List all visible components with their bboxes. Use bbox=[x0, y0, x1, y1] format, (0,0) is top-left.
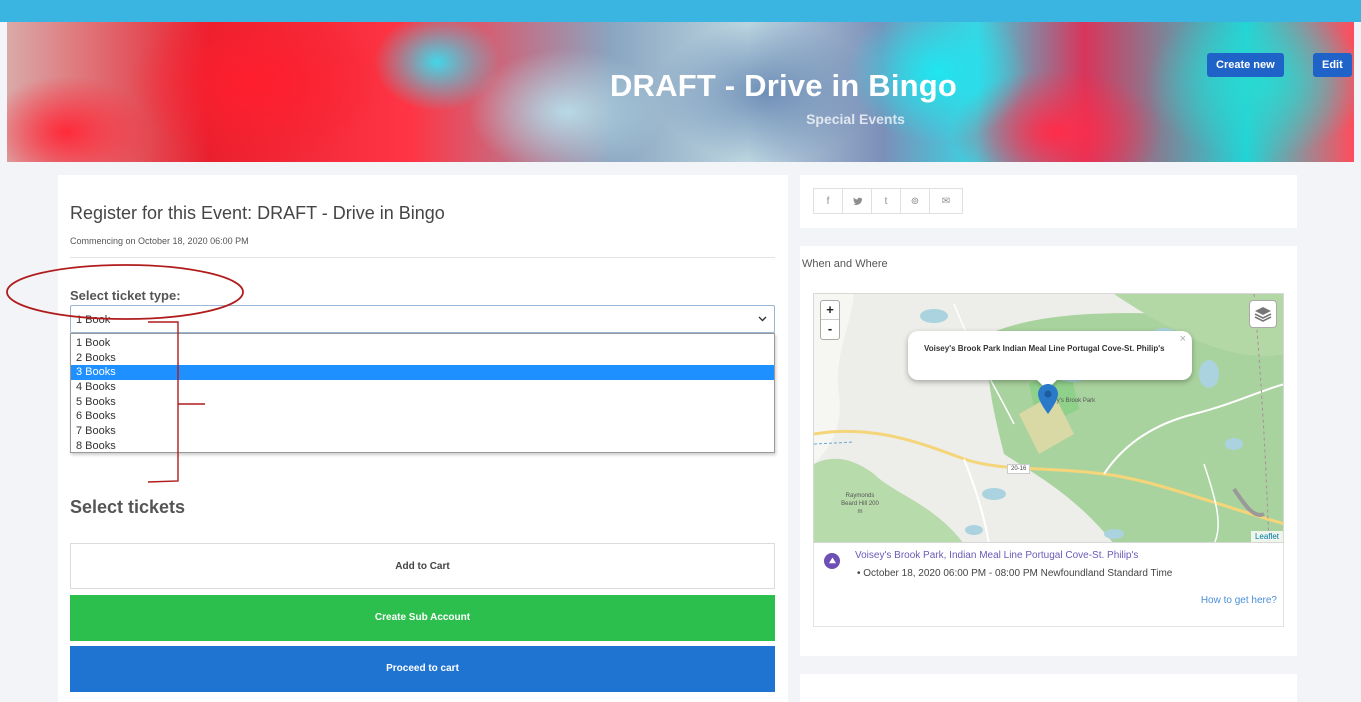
event-category: Special Events bbox=[806, 111, 905, 127]
when-and-where-panel: When and Where + - Voisey's Brook Park 2… bbox=[800, 246, 1297, 656]
chevron-down-icon bbox=[758, 306, 767, 334]
map-attribution[interactable]: Leaflet bbox=[1250, 531, 1283, 542]
ticket-option-5-books[interactable]: 5 Books bbox=[71, 395, 774, 410]
ticket-type-select[interactable]: 1 Book bbox=[70, 305, 775, 333]
registration-title: Register for this Event: DRAFT - Drive i… bbox=[70, 203, 445, 223]
create-new-button[interactable]: Create new bbox=[1207, 53, 1284, 77]
facebook-icon[interactable]: f bbox=[814, 189, 843, 213]
zoom-in-button[interactable]: + bbox=[821, 301, 839, 320]
share-buttons: f t ⊚ ✉ bbox=[813, 188, 963, 214]
map-popup: Voisey's Brook Park Indian Meal Line Por… bbox=[908, 331, 1192, 390]
proceed-to-cart-button[interactable]: Proceed to cart bbox=[70, 646, 775, 692]
email-icon[interactable]: ✉ bbox=[930, 189, 962, 213]
map-marker-icon[interactable] bbox=[1038, 384, 1058, 419]
ticket-option-3-books[interactable]: 3 Books bbox=[71, 365, 774, 381]
tumblr-icon[interactable]: t bbox=[872, 189, 901, 213]
create-sub-account-button[interactable]: Create Sub Account bbox=[70, 595, 775, 641]
location-details: Voisey's Brook Park, Indian Meal Line Po… bbox=[813, 543, 1284, 627]
zoom-out-button[interactable]: - bbox=[821, 320, 839, 339]
location-map[interactable]: + - Voisey's Brook Park 20-16 Raymonds B… bbox=[813, 293, 1284, 543]
pinterest-icon[interactable]: ⊚ bbox=[901, 189, 930, 213]
top-accent-bar bbox=[0, 0, 1361, 22]
when-and-where-title: When and Where bbox=[802, 258, 888, 270]
edit-button[interactable]: Edit bbox=[1313, 53, 1352, 77]
location-link[interactable]: Voisey's Brook Park, Indian Meal Line Po… bbox=[855, 550, 1138, 561]
ticket-option-8-books[interactable]: 8 Books bbox=[71, 439, 774, 454]
map-popup-text: Voisey's Brook Park Indian Meal Line Por… bbox=[924, 344, 1165, 353]
commencing-date: Commencing on October 18, 2020 06:00 PM bbox=[70, 236, 249, 246]
map-hill-label: Raymonds Beard Hill 200 m bbox=[841, 493, 879, 515]
layers-icon[interactable] bbox=[1249, 300, 1277, 328]
share-panel: f t ⊚ ✉ bbox=[800, 175, 1297, 228]
event-time-range: • October 18, 2020 06:00 PM - 08:00 PM N… bbox=[857, 568, 1173, 579]
divider bbox=[70, 257, 775, 258]
ticket-type-selected-value: 1 Book bbox=[76, 314, 111, 326]
ticket-option-2-books[interactable]: 2 Books bbox=[71, 351, 774, 366]
ticket-option-6-books[interactable]: 6 Books bbox=[71, 409, 774, 424]
location-pin-icon bbox=[824, 553, 840, 569]
ticket-option-4-books[interactable]: 4 Books bbox=[71, 380, 774, 395]
map-zoom-control: + - bbox=[820, 300, 840, 340]
additional-panel bbox=[800, 674, 1297, 702]
ticket-type-dropdown: 1 Book 2 Books 3 Books 4 Books 5 Books 6… bbox=[70, 333, 775, 453]
ticket-option-1-book[interactable]: 1 Book bbox=[71, 336, 774, 351]
select-tickets-heading: Select tickets bbox=[70, 497, 186, 517]
map-road-label: 20-16 bbox=[1007, 464, 1031, 474]
ticket-option-7-books[interactable]: 7 Books bbox=[71, 424, 774, 439]
event-banner: DRAFT - Drive in Bingo Special Events Cr… bbox=[7, 22, 1354, 162]
registration-panel: Register for this Event: DRAFT - Drive i… bbox=[58, 175, 788, 702]
close-icon[interactable]: × bbox=[1180, 333, 1186, 345]
how-to-get-here-link[interactable]: How to get here? bbox=[1201, 595, 1277, 606]
twitter-icon[interactable] bbox=[843, 189, 872, 213]
add-to-cart-button[interactable]: Add to Cart bbox=[70, 543, 775, 589]
ticket-type-label: Select ticket type: bbox=[70, 288, 181, 303]
event-title: DRAFT - Drive in Bingo bbox=[609, 68, 958, 103]
